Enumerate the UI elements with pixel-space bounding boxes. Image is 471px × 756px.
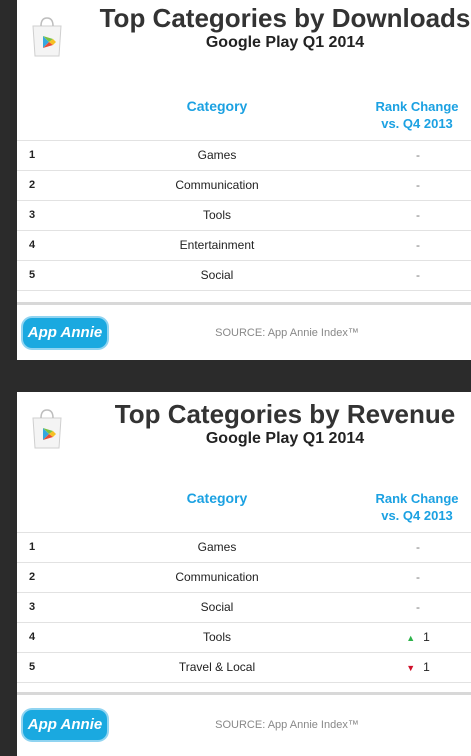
table-row: 5 Social - — [17, 260, 471, 291]
category-cell: Tools — [202, 630, 231, 644]
rank-cell: 2 — [29, 571, 36, 583]
change-cell: - — [416, 178, 420, 192]
category-cell: Tools — [202, 208, 231, 222]
change-value: 1 — [423, 660, 430, 674]
downloads-table: 1 Games - 2 Communication - 3 Tools - 4 … — [17, 140, 471, 291]
triangle-down-icon: ▼ — [406, 663, 416, 673]
rank-change-line2: vs. Q4 2013 — [381, 116, 453, 131]
rank-cell: 2 — [29, 179, 36, 191]
downloads-card: Top Categories by Downloads Google Play … — [17, 0, 471, 360]
category-cell: Communication — [175, 570, 259, 584]
column-header-category: Category — [186, 98, 248, 114]
table-row: 2 Communication - — [17, 562, 471, 592]
change-cell: ▲ 1 — [363, 630, 471, 644]
section-divider — [17, 692, 471, 695]
table-row: 4 Tools ▲ 1 — [17, 622, 471, 652]
change-cell: ▼ 1 — [363, 660, 471, 674]
rank-cell: 4 — [29, 239, 36, 251]
page-subtitle: Google Play Q1 2014 — [205, 34, 365, 51]
table-row: 1 Games - — [17, 532, 471, 562]
category-cell: Communication — [175, 178, 259, 192]
category-cell: Games — [197, 540, 237, 554]
column-header-rank-change: Rank Change vs. Q4 2013 — [359, 490, 471, 524]
page-title: Top Categories by Downloads — [99, 3, 471, 33]
change-cell: - — [416, 570, 420, 584]
rank-cell: 5 — [29, 661, 36, 673]
rank-cell: 4 — [29, 631, 36, 643]
change-cell: - — [416, 208, 420, 222]
rank-cell: 1 — [29, 149, 36, 161]
rank-cell: 1 — [29, 541, 36, 553]
category-cell: Social — [200, 268, 234, 282]
revenue-card: Top Categories by Revenue Google Play Q1… — [17, 392, 471, 756]
category-cell: Travel & Local — [178, 660, 256, 674]
change-cell: - — [416, 540, 420, 554]
change-value: 1 — [423, 630, 430, 644]
category-cell: Social — [200, 600, 234, 614]
app-annie-badge: App Annie — [23, 710, 107, 740]
google-play-logo-icon — [29, 404, 65, 452]
change-cell: - — [416, 238, 420, 252]
category-cell: Games — [197, 148, 237, 162]
table-row: 4 Entertainment - — [17, 230, 471, 260]
rank-cell: 3 — [29, 601, 36, 613]
triangle-up-icon: ▲ — [406, 633, 416, 643]
rank-change-line2: vs. Q4 2013 — [381, 508, 453, 523]
page-title: Top Categories by Revenue — [114, 399, 456, 429]
column-header-category: Category — [186, 490, 248, 506]
change-cell: - — [416, 268, 420, 282]
section-divider — [17, 302, 471, 305]
rank-change-line1: Rank Change — [375, 99, 459, 114]
app-annie-badge: App Annie — [23, 318, 107, 348]
table-row: 5 Travel & Local ▼ 1 — [17, 652, 471, 683]
source-note: SOURCE: App Annie Index™ — [215, 719, 359, 731]
category-cell: Entertainment — [179, 238, 255, 252]
rank-cell: 5 — [29, 269, 36, 281]
rank-cell: 3 — [29, 209, 36, 221]
change-cell: - — [416, 600, 420, 614]
rank-change-line1: Rank Change — [375, 491, 459, 506]
google-play-logo-icon — [29, 12, 65, 60]
change-cell: - — [416, 148, 420, 162]
table-row: 3 Tools - — [17, 200, 471, 230]
table-row: 2 Communication - — [17, 170, 471, 200]
column-header-rank-change: Rank Change vs. Q4 2013 — [359, 98, 471, 132]
revenue-table: 1 Games - 2 Communication - 3 Social - 4… — [17, 532, 471, 683]
source-note: SOURCE: App Annie Index™ — [215, 327, 359, 339]
table-row: 3 Social - — [17, 592, 471, 622]
table-row: 1 Games - — [17, 140, 471, 170]
page-subtitle: Google Play Q1 2014 — [205, 430, 365, 447]
